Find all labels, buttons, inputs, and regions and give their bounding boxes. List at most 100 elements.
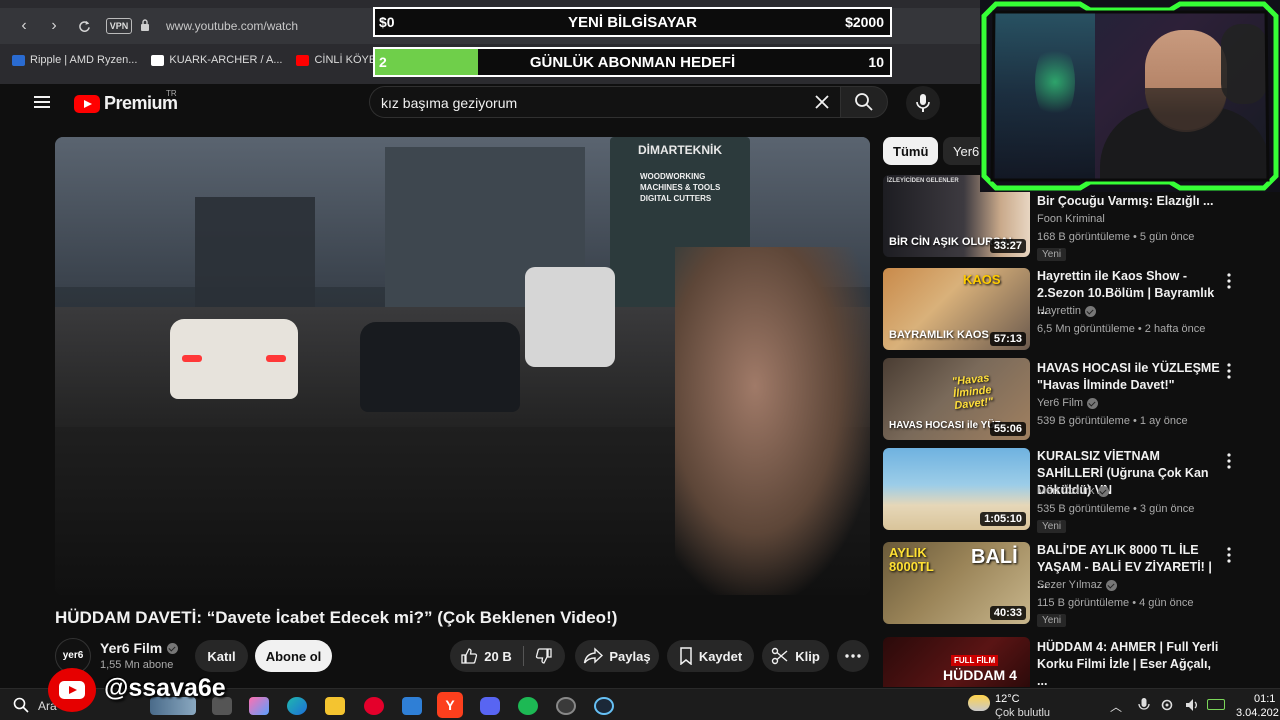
weather-temperature[interactable]: 12°C — [995, 693, 1020, 705]
more-vertical-icon[interactable] — [1223, 362, 1235, 380]
rec-meta: 535 B görüntüleme • 3 gün önce — [1037, 503, 1195, 515]
battery-icon[interactable] — [1207, 699, 1225, 710]
recommendation-item[interactable]: FULL FİLM HÜDDAM 4 HÜDDAM 4: AHMER | Ful… — [883, 637, 1273, 687]
like-dislike-group: 20 B — [450, 640, 565, 672]
goal-title: YENİ BİLGİSAYAR — [568, 14, 697, 31]
search-button[interactable] — [840, 86, 888, 118]
bookmark-item[interactable]: KUARK-ARCHER / A... — [151, 54, 282, 66]
discord-icon[interactable] — [480, 697, 500, 715]
duration-badge: 57:13 — [989, 332, 1026, 346]
clock-date[interactable]: 3.04.202 — [1236, 707, 1279, 719]
rec-meta: 115 B görüntüleme • 4 gün önce — [1037, 597, 1194, 609]
video-van — [525, 267, 615, 367]
clip-button[interactable]: Klip — [762, 640, 829, 672]
chip-all[interactable]: Tümü — [883, 137, 939, 165]
play-icon — [59, 681, 85, 699]
more-vertical-icon[interactable] — [1223, 546, 1235, 564]
obs-icon[interactable] — [556, 697, 576, 715]
channel-name-row[interactable]: Yer6 Film — [100, 640, 179, 656]
mail-icon[interactable] — [402, 697, 422, 715]
join-button[interactable]: Katıl — [195, 640, 248, 672]
steam-icon[interactable] — [594, 697, 614, 715]
recommendation-item[interactable]: AYLIK 8000TL BALİ 40:33 BALİ'DE AYLIK 80… — [883, 542, 1273, 630]
recommendation-item[interactable]: KAOS BAYRAMLIK KAOS 57:13 Hayrettin ile … — [883, 268, 1273, 356]
rec-channel[interactable]: Yer6 Film — [1037, 397, 1083, 409]
opera-icon[interactable] — [364, 697, 384, 715]
new-badge: Yeni — [1037, 614, 1067, 627]
rec-channel-row[interactable]: Hayrettin — [1037, 305, 1097, 317]
yandex-browser-icon[interactable]: Y — [437, 692, 463, 718]
lock-icon — [140, 19, 150, 31]
weather-icon[interactable] — [968, 695, 990, 711]
file-explorer-icon[interactable] — [325, 697, 345, 715]
hamburger-menu-icon[interactable] — [32, 93, 52, 111]
bookmark-item[interactable]: Ripple | AMD Ryzen... — [12, 54, 137, 66]
video-thumbnail[interactable]: "Havas İlminde Davet!" HAVAS HOCASI ile … — [883, 358, 1030, 440]
rec-title[interactable]: Bir Çocuğu Varmış: Elazığlı ... — [1037, 193, 1222, 210]
video-thumbnail[interactable]: FULL FİLM HÜDDAM 4 — [883, 637, 1030, 687]
video-title: HÜDDAM DAVETİ: “Davete İcabet Edecek mi?… — [55, 608, 618, 627]
thumbnail-caption: BAYRAMLIK KAOS — [889, 329, 989, 341]
duration-badge: 55:06 — [989, 422, 1026, 436]
rec-meta: 6,5 Mn görüntüleme • 2 hafta önce — [1037, 323, 1206, 335]
clock-time[interactable]: 01:1 — [1254, 693, 1275, 705]
thumbnail-caption: HAVAS HOCASI ile YÜZ — [889, 420, 1001, 431]
channel-name[interactable]: Yer6 Film — [100, 640, 162, 656]
more-vertical-icon[interactable] — [1223, 272, 1235, 290]
save-button[interactable]: Kaydet — [667, 640, 754, 672]
rec-channel[interactable]: Sezer Yılmaz — [1037, 579, 1102, 591]
rec-meta: 168 B görüntüleme • 5 gün önce — [1037, 231, 1195, 243]
video-player[interactable]: DİMARTEKNİK WOODWORKING MACHINES & TOOLS… — [55, 137, 870, 595]
rec-channel[interactable]: Mert Öztürk — [1037, 485, 1094, 497]
share-button[interactable]: Paylaş — [575, 640, 659, 672]
goal-bar-computer: $0 YENİ BİLGİSAYAR $2000 — [373, 7, 892, 37]
like-button[interactable]: 20 B — [450, 640, 522, 672]
youtube-premium-logo[interactable]: Premium — [74, 93, 178, 114]
verified-icon — [1098, 485, 1110, 497]
duration-badge: 40:33 — [989, 606, 1026, 620]
rec-channel-row[interactable]: Sezer Yılmaz — [1037, 579, 1118, 591]
vpn-badge[interactable]: VPN — [106, 18, 132, 34]
url-text[interactable]: www.youtube.com/watch — [166, 19, 298, 33]
settings-gear-icon[interactable] — [1160, 697, 1174, 713]
volume-icon[interactable] — [1184, 697, 1200, 713]
rec-channel-row[interactable]: Mert Öztürk — [1037, 485, 1110, 497]
rec-channel-row[interactable]: Yer6 Film — [1037, 397, 1099, 409]
copilot-icon[interactable] — [249, 697, 269, 715]
rec-channel[interactable]: Foon Kriminal — [1037, 213, 1105, 225]
more-actions-button[interactable] — [837, 640, 869, 672]
youtube-icon — [296, 54, 310, 66]
rec-channel[interactable]: Hayrettin — [1037, 305, 1081, 317]
back-icon[interactable]: ‹ — [12, 14, 36, 38]
clear-search-icon[interactable] — [812, 92, 832, 112]
chevron-up-icon[interactable]: ︿ — [1110, 698, 1122, 715]
dislike-button[interactable] — [526, 640, 562, 672]
recommendation-item[interactable]: 1:05:10 KURALSIZ VİETNAM SAHİLLERİ (Uğru… — [883, 448, 1273, 536]
rec-channel-row[interactable]: Foon Kriminal — [1037, 213, 1105, 225]
recommendation-item[interactable]: "Havas İlminde Davet!" HAVAS HOCASI ile … — [883, 358, 1273, 446]
voice-search-button[interactable] — [906, 86, 940, 120]
video-thumbnail[interactable]: KAOS BAYRAMLIK KAOS 57:13 — [883, 268, 1030, 350]
thumbnail-caption: AYLIK 8000TL — [889, 545, 934, 574]
rec-meta: 539 B görüntüleme • 1 ay önce — [1037, 415, 1188, 427]
microphone-icon[interactable] — [1138, 697, 1150, 713]
more-vertical-icon[interactable] — [1223, 452, 1235, 470]
rec-title[interactable]: HAVAS HOCASI ile YÜZLEŞME "Havas İlminde… — [1037, 360, 1222, 394]
rec-title[interactable]: HÜDDAM 4: AHMER | Full Yerli Korku Filmi… — [1037, 639, 1222, 687]
video-thumbnail[interactable]: 1:05:10 — [883, 448, 1030, 530]
spotify-icon[interactable] — [518, 697, 538, 715]
reload-icon[interactable] — [72, 14, 96, 38]
forward-icon[interactable]: › — [42, 14, 66, 38]
youtube-play-icon — [74, 94, 100, 113]
goal-target: $2000 — [845, 14, 884, 30]
sign-lines: WOODWORKING MACHINES & TOOLS DIGITAL CUT… — [640, 171, 720, 204]
save-label: Kaydet — [698, 648, 743, 664]
share-label: Paylaş — [609, 648, 651, 664]
taskbar-search-icon[interactable] — [12, 696, 30, 714]
weather-description[interactable]: Çok bulutlu — [995, 707, 1050, 719]
search-query[interactable]: kız başıma geziyorum — [381, 95, 517, 111]
video-thumbnail[interactable]: AYLIK 8000TL BALİ 40:33 — [883, 542, 1030, 624]
more-horizontal-icon — [845, 654, 861, 658]
edge-icon[interactable] — [287, 697, 307, 715]
subscribe-button[interactable]: Abone ol — [255, 640, 332, 672]
